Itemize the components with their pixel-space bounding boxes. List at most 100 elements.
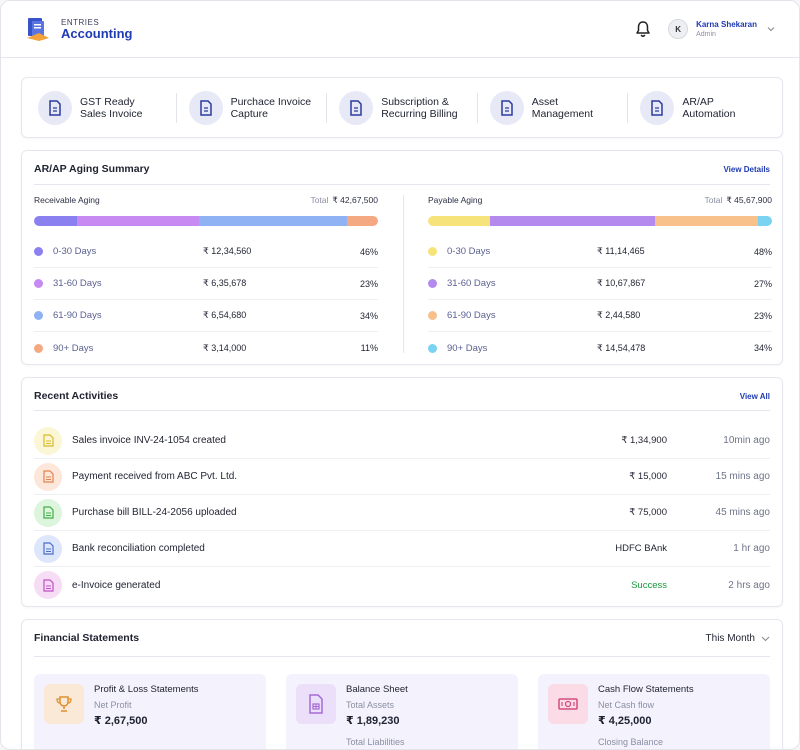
card-title: Cash Flow Statements bbox=[598, 684, 694, 695]
quick-link-label: Subscription & Recurring Billing bbox=[381, 95, 458, 120]
view-all-link[interactable]: View All bbox=[740, 392, 770, 401]
card-value: ₹ 2,67,500 bbox=[94, 715, 148, 727]
total-label: Total bbox=[310, 195, 329, 205]
legend-dot bbox=[34, 311, 43, 320]
quick-link-gst-sales-invoice[interactable]: GST Ready Sales Invoice bbox=[38, 90, 164, 125]
divider bbox=[34, 656, 770, 657]
quick-link-label: Asset Management bbox=[531, 95, 594, 120]
activity-text: Bank reconciliation completed bbox=[72, 543, 205, 554]
aging-row-amount: ₹ 11,14,465 bbox=[597, 246, 645, 256]
bar-segment-0-30 bbox=[428, 216, 490, 226]
document-icon bbox=[489, 90, 524, 125]
bar-segment-61-90 bbox=[655, 216, 759, 226]
legend-dot bbox=[428, 279, 437, 288]
aging-row: 31-60 Days ₹ 6,35,678 23% bbox=[34, 268, 378, 300]
quick-link-asset-management[interactable]: Asset Management bbox=[489, 90, 616, 125]
legend-dot bbox=[428, 311, 437, 320]
aging-row: 31-60 Days ₹ 10,67,867 27% bbox=[428, 268, 772, 300]
app-title: Accounting bbox=[61, 25, 133, 41]
document-icon bbox=[34, 462, 62, 491]
activity-text: Purchase bill BILL-24-2056 uploaded bbox=[72, 507, 237, 518]
cash-icon bbox=[548, 684, 588, 724]
document-icon bbox=[34, 571, 62, 599]
spreadsheet-icon bbox=[296, 684, 336, 724]
balance-sheet-card[interactable]: Balance Sheet Total Assets ₹ 1,89,230 To… bbox=[286, 674, 518, 749]
financial-statements-card: Financial Statements This Month Profit &… bbox=[21, 619, 783, 749]
trophy-icon bbox=[44, 684, 84, 724]
activity-value: ₹ 1,34,900 bbox=[621, 435, 667, 446]
quick-link-subscription-billing[interactable]: Subscription & Recurring Billing bbox=[339, 90, 465, 125]
quick-link-label: GST Ready Sales Invoice bbox=[80, 95, 143, 120]
activity-time: 2 hrs ago bbox=[728, 579, 770, 591]
card-value: ₹ 4,25,000 bbox=[598, 715, 652, 727]
activity-item[interactable]: Purchase bill BILL-24-2056 uploaded ₹ 75… bbox=[34, 495, 770, 531]
aging-row-amount: ₹ 6,35,678 bbox=[203, 278, 247, 288]
activity-item[interactable]: Payment received from ABC Pvt. Ltd. ₹ 15… bbox=[34, 459, 770, 495]
document-icon bbox=[640, 90, 675, 125]
card-secondary-label: Total Liabilities bbox=[346, 737, 405, 747]
aging-row-amount: ₹ 12,34,560 bbox=[203, 246, 252, 256]
activity-value: ₹ 75,000 bbox=[629, 507, 667, 518]
activity-text: e-Invoice generated bbox=[72, 579, 161, 591]
activity-value: HDFC BAnk bbox=[615, 543, 667, 554]
aging-row-percent: 34% bbox=[753, 343, 772, 353]
period-dropdown[interactable]: This Month bbox=[706, 633, 770, 644]
legend-dot bbox=[428, 343, 437, 353]
activity-time: 45 mins ago bbox=[715, 507, 770, 518]
bar-segment-90-plus bbox=[347, 216, 378, 226]
profit-loss-card[interactable]: Profit & Loss Statements Net Profit ₹ 2,… bbox=[34, 674, 266, 749]
aging-row-label: 31-60 Days bbox=[447, 278, 496, 289]
card-value: ₹ 1,89,230 bbox=[346, 715, 400, 727]
document-icon bbox=[34, 534, 62, 563]
activity-item[interactable]: e-Invoice generated Success 2 hrs ago bbox=[34, 567, 770, 603]
payable-aging-title: Payable Aging bbox=[428, 195, 483, 205]
aging-row-amount: ₹ 6,54,680 bbox=[203, 310, 247, 320]
divider bbox=[403, 195, 404, 353]
quick-link-label: AR/AP Automation bbox=[682, 95, 736, 120]
view-details-link[interactable]: View Details bbox=[723, 165, 770, 174]
activity-item[interactable]: Bank reconciliation completed HDFC BAnk … bbox=[34, 531, 770, 567]
bar-segment-0-30 bbox=[34, 216, 77, 226]
receivable-aging-title: Receivable Aging bbox=[34, 195, 100, 205]
payable-total: ₹ 45,67,900 bbox=[726, 195, 772, 205]
top-header: ENTRIES Accounting K Karna Shekaran Admi… bbox=[1, 1, 799, 58]
receivable-aging-bar bbox=[34, 216, 378, 226]
aging-row-label: 61-90 Days bbox=[447, 310, 496, 321]
divider bbox=[627, 92, 629, 123]
user-menu[interactable]: K Karna Shekaran Admin bbox=[668, 19, 775, 39]
card-title: Balance Sheet bbox=[346, 684, 408, 695]
aging-row: 90+ Days ₹ 3,14,000 11% bbox=[34, 332, 378, 364]
legend-dot bbox=[34, 247, 43, 256]
document-icon bbox=[34, 426, 62, 455]
card-subtitle: Net Profit bbox=[94, 700, 132, 710]
app-logo[interactable]: ENTRIES Accounting bbox=[25, 16, 133, 42]
financial-statements-title: Financial Statements bbox=[34, 632, 140, 644]
activity-item[interactable]: Sales invoice INV-24-1054 created ₹ 1,34… bbox=[34, 423, 770, 459]
app-window: ENTRIES Accounting K Karna Shekaran Admi… bbox=[0, 0, 800, 750]
aging-row-percent: 34% bbox=[359, 310, 378, 321]
card-secondary-label: Closing Balance bbox=[598, 737, 664, 747]
aging-row-label: 61-90 Days bbox=[53, 310, 102, 321]
user-role: Admin bbox=[696, 31, 716, 38]
card-subtitle: Total Assets bbox=[346, 700, 395, 710]
aging-row: 90+ Days ₹ 14,54,478 34% bbox=[428, 332, 772, 364]
chevron-down-icon bbox=[761, 636, 770, 641]
avatar: K bbox=[668, 19, 689, 39]
aging-summary-title: AR/AP Aging Summary bbox=[34, 163, 150, 175]
chevron-down-icon bbox=[767, 27, 775, 32]
quick-link-arap-automation[interactable]: AR/AP Automation bbox=[640, 90, 766, 125]
document-icon bbox=[188, 90, 223, 125]
recent-activities-title: Recent Activities bbox=[34, 390, 119, 402]
cash-flow-card[interactable]: Cash Flow Statements Net Cash flow ₹ 4,2… bbox=[538, 674, 770, 749]
aging-row-percent: 23% bbox=[359, 278, 378, 289]
bar-segment-31-60 bbox=[77, 216, 200, 226]
quick-links-bar: GST Ready Sales Invoice Purchace Invoice… bbox=[21, 77, 783, 138]
quick-link-purchase-invoice[interactable]: Purchace Invoice Capture bbox=[188, 90, 315, 125]
legend-dot bbox=[428, 247, 437, 256]
aging-row-percent: 27% bbox=[753, 278, 772, 289]
aging-row: 61-90 Days ₹ 2,44,580 23% bbox=[428, 300, 772, 332]
activity-time: 10min ago bbox=[723, 435, 770, 446]
divider bbox=[34, 410, 770, 411]
bell-icon[interactable] bbox=[634, 20, 652, 38]
legend-dot bbox=[34, 279, 43, 288]
